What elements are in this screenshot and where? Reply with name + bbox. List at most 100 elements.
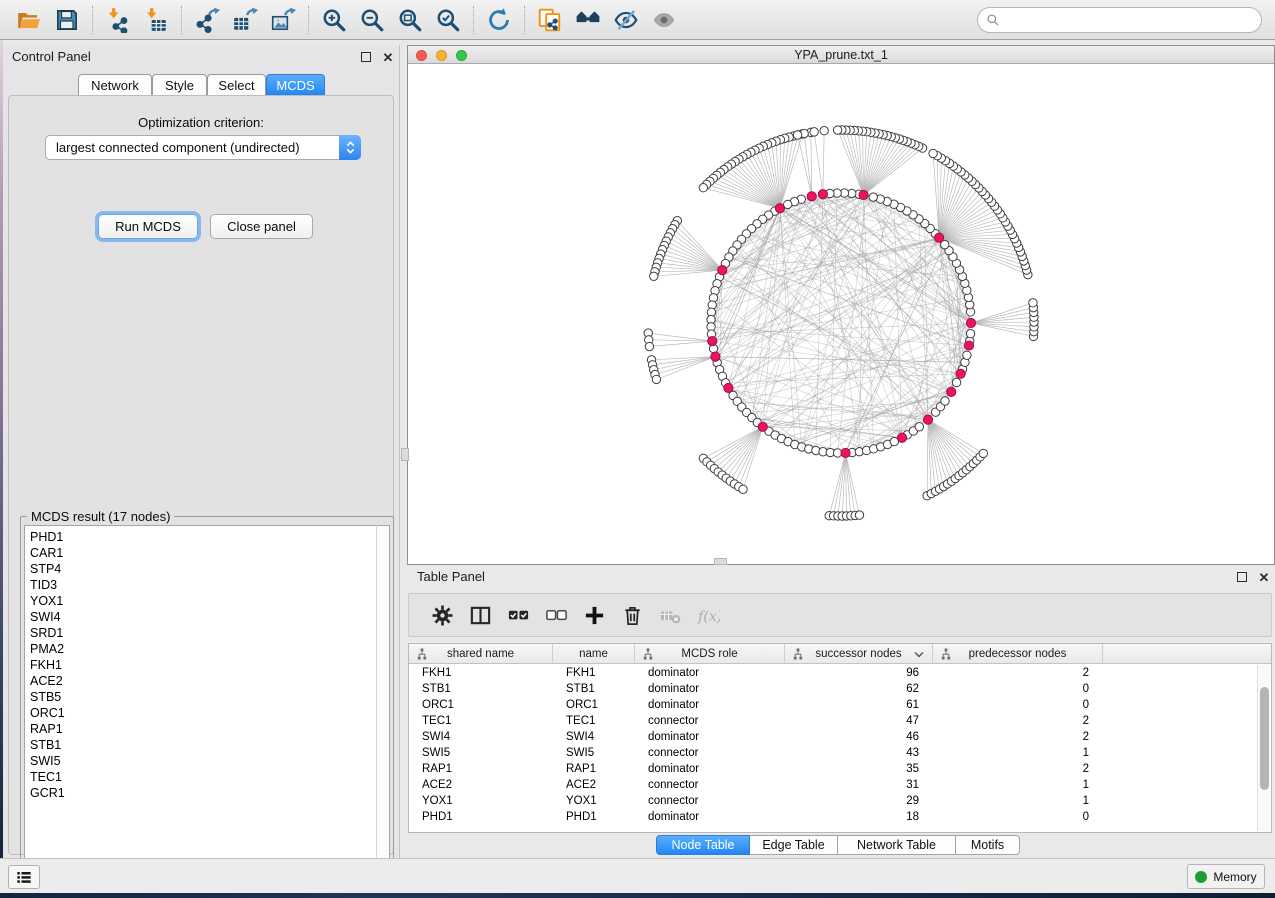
first-neighbors-button[interactable] [569,3,607,37]
graph-edge[interactable] [846,453,860,515]
mcds-result-list[interactable]: PHD1CAR1STP4TID3YOX1SWI4SRD1PMA2FKH1ACE2… [24,525,376,885]
export-table-button[interactable] [226,3,264,37]
hide-selected-button[interactable] [607,3,645,37]
graph-edge[interactable] [718,427,763,472]
tab-network-table[interactable]: Network Table [838,835,956,855]
show-all-button[interactable] [645,3,683,37]
graph-hub-node[interactable] [947,387,956,396]
graph-edge[interactable] [675,225,722,270]
graph-edge[interactable] [864,140,904,195]
graph-node[interactable] [793,131,801,139]
graph-hub-node[interactable] [841,448,850,457]
memory-button[interactable]: Memory [1187,864,1265,889]
graph-edge[interactable] [743,427,763,489]
tab-motifs[interactable]: Motifs [956,835,1020,855]
graph-hub-node[interactable] [724,383,733,392]
table-scrollbar-thumb[interactable] [1260,687,1269,790]
table-row[interactable]: TEC1TEC1connector472 [409,713,1271,729]
mcds-result-item[interactable]: PHD1 [30,529,376,545]
graph-edge[interactable] [649,341,712,346]
graph-edge[interactable] [838,130,864,195]
clone-network-button[interactable] [531,3,569,37]
vertical-splitter-handle[interactable] [401,448,409,461]
task-history-button[interactable] [8,865,40,889]
graph-hub-node[interactable] [859,190,868,199]
graph-edge[interactable] [775,211,902,438]
graph-node[interactable] [941,397,949,405]
run-mcds-button[interactable]: Run MCDS [98,214,198,239]
graph-node[interactable] [739,485,747,493]
mcds-result-item[interactable]: ORC1 [30,705,376,721]
save-session-button[interactable] [48,3,86,37]
graph-edge[interactable] [714,427,762,469]
table-row[interactable]: PHD1PHD1dominator180 [409,809,1271,825]
tab-node-table[interactable]: Node Table [656,835,750,855]
column-header-predecessor-nodes[interactable]: predecessor nodes [933,644,1103,664]
export-network-button[interactable] [188,3,226,37]
graph-edge[interactable] [838,195,867,452]
graph-edge[interactable] [971,312,1034,323]
mcds-result-item[interactable]: ACE2 [30,673,376,689]
mcds-result-item[interactable]: SRD1 [30,625,376,641]
table-scrollbar[interactable] [1257,665,1270,831]
column-header-successor-nodes[interactable]: successor nodes [785,644,933,664]
zoom-selected-button[interactable] [429,3,467,37]
search-box[interactable] [977,7,1262,33]
graph-node[interactable] [699,184,707,192]
graph-edge[interactable] [829,453,845,516]
mcds-result-item[interactable]: PMA2 [30,641,376,657]
graph-hub-node[interactable] [935,233,944,242]
delete-columns-button[interactable] [613,597,651,633]
mcds-list-scrollbar[interactable] [376,525,390,885]
graph-node[interactable] [952,378,960,386]
mcds-result-item[interactable]: TID3 [30,577,376,593]
graph-edge[interactable] [728,167,780,208]
zoom-out-button[interactable] [353,3,391,37]
graph-edge[interactable] [780,137,789,208]
graph-node[interactable] [1029,299,1037,307]
graph-hub-node[interactable] [956,369,965,378]
graph-node[interactable] [820,127,828,135]
horizontal-splitter-handle[interactable] [714,558,727,565]
graph-edge[interactable] [725,264,935,413]
deselect-all-button[interactable] [537,597,575,633]
mcds-result-item[interactable]: STB5 [30,689,376,705]
graph-edge[interactable] [939,210,997,238]
mcds-result-item[interactable]: STB1 [30,737,376,753]
graph-node[interactable] [855,511,863,519]
import-table-button[interactable] [137,3,175,37]
optimization-criterion-select[interactable]: largest connected component (undirected) [45,135,361,160]
close-panel-button[interactable]: Close panel [210,214,313,239]
graph-hub-node[interactable] [775,204,784,213]
import-network-button[interactable] [99,3,137,37]
graph-edge[interactable] [739,159,780,208]
graph-hub-node[interactable] [923,415,932,424]
graph-edge[interactable] [864,146,919,195]
graph-hub-node[interactable] [708,336,717,345]
mcds-result-item[interactable]: SWI5 [30,753,376,769]
column-header-name[interactable]: name [553,644,635,664]
mcds-result-item[interactable]: TEC1 [30,769,376,785]
tab-style[interactable]: Style [152,74,207,95]
graph-node[interactable] [966,330,974,338]
graph-hub-node[interactable] [897,433,906,442]
network-canvas[interactable] [408,64,1274,564]
graph-node[interactable] [833,126,841,134]
mcds-result-item[interactable]: CAR1 [30,545,376,561]
graph-hub-node[interactable] [711,352,720,361]
mcds-result-item[interactable]: RAP1 [30,721,376,737]
tab-edge-table[interactable]: Edge Table [750,835,838,855]
add-column-button[interactable] [575,597,613,633]
mcds-result-item[interactable]: GCR1 [30,785,376,801]
graph-edge[interactable] [666,241,722,270]
graph-edge[interactable] [864,148,923,195]
graph-edge[interactable] [928,420,980,457]
graph-edge[interactable] [710,181,780,208]
graph-hub-node[interactable] [966,318,975,327]
graph-edge[interactable] [842,130,864,195]
close-table-panel-icon[interactable]: ✕ [1257,570,1271,584]
export-image-button[interactable] [264,3,302,37]
refresh-network-button[interactable] [480,3,518,37]
graph-edge[interactable] [798,135,812,196]
select-all-button[interactable] [499,597,537,633]
